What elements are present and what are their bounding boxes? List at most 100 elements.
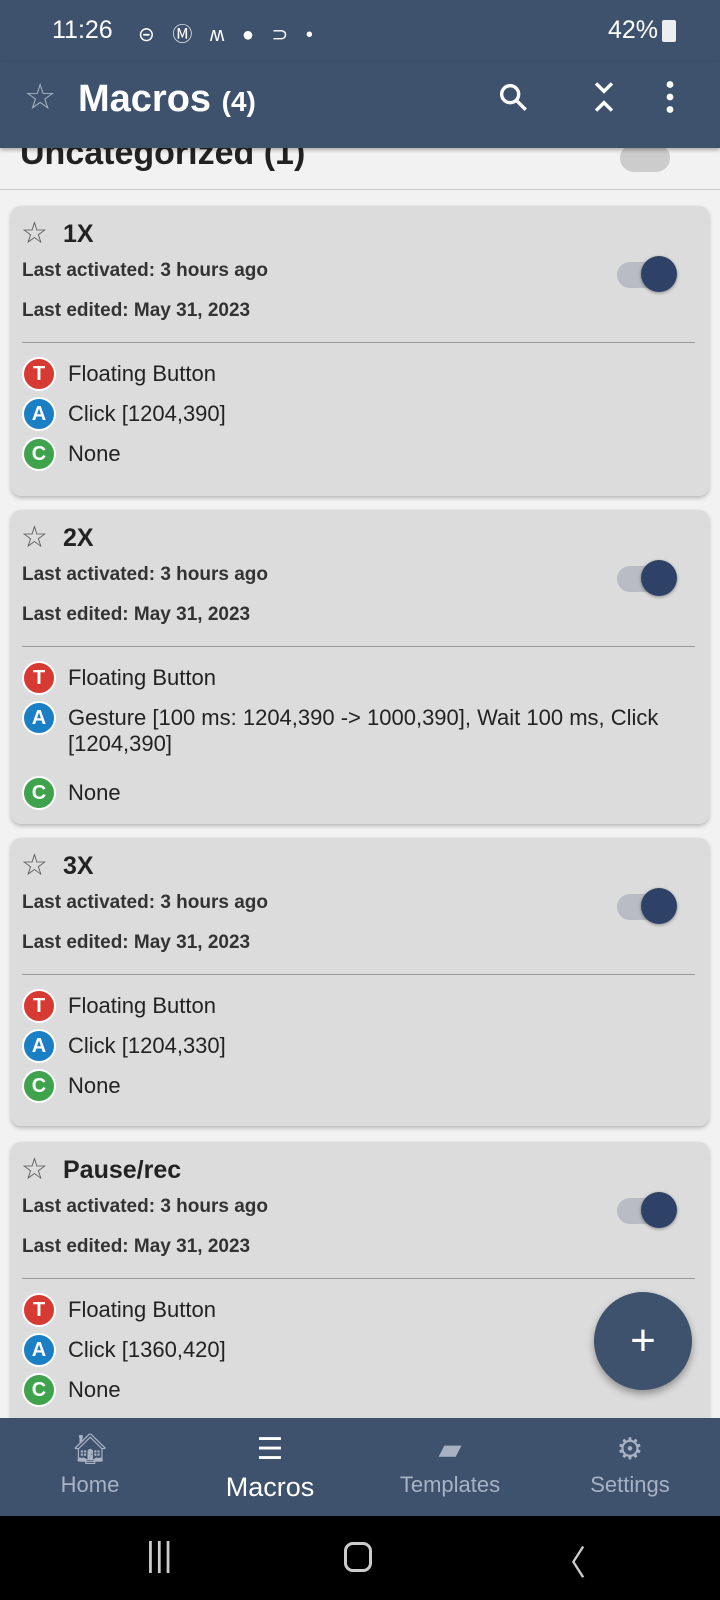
constraint-badge: C <box>22 1373 56 1407</box>
macro-name: 2X <box>63 524 94 552</box>
system-nav-bar: ||| 〈 <box>0 1516 720 1600</box>
trigger-badge: T <box>22 989 56 1023</box>
trigger-text: Floating Button <box>68 665 216 690</box>
toggle-knob <box>641 560 677 596</box>
page-title: Macros (4) <box>78 78 256 121</box>
macro-name: 3X <box>63 852 94 880</box>
macro-card[interactable]: ☆ 2X Last activated: 3 hours ago Last ed… <box>11 510 709 824</box>
macro-name: Pause/rec <box>63 1156 182 1184</box>
trigger-row: T Floating Button <box>22 1293 689 1327</box>
constraint-row: C None <box>22 1069 689 1103</box>
home-icon: 🏠︎ <box>70 1433 110 1466</box>
divider <box>22 342 695 343</box>
macro-card[interactable]: ☆ 3X Last activated: 3 hours ago Last ed… <box>11 838 709 1126</box>
toggle-knob <box>641 1192 677 1228</box>
last-activated: Last activated: 3 hours ago <box>22 892 269 913</box>
recents-icon[interactable]: ||| <box>146 1536 173 1575</box>
nav-macros[interactable]: ☰ Macros <box>180 1418 360 1516</box>
action-text: Click [1204,390] <box>68 401 226 426</box>
nav-label: Settings <box>590 1472 670 1497</box>
nav-home[interactable]: 🏠︎ Home <box>0 1418 180 1516</box>
last-activated: Last activated: 3 hours ago <box>22 564 269 585</box>
action-badge: A <box>22 397 56 431</box>
macro-count: (4) <box>221 86 256 117</box>
constraint-badge: C <box>22 437 56 471</box>
constraint-text: None <box>68 441 121 466</box>
trigger-row: T Floating Button <box>22 989 689 1023</box>
nav-label: Templates <box>399 1472 501 1497</box>
toggle-knob <box>641 888 677 924</box>
trigger-text: Floating Button <box>68 361 216 386</box>
action-row: A Gesture [100 ms: 1204,390 -> 1000,390]… <box>22 701 689 757</box>
bottom-nav: 🏠︎ Home ☰ Macros ▰ Templates ⚙ Settings <box>0 1418 720 1516</box>
favorite-star-icon[interactable]: ☆ <box>21 1152 48 1187</box>
nav-templates[interactable]: ▰ Templates <box>360 1418 540 1516</box>
last-activated: Last activated: 3 hours ago <box>22 1196 269 1217</box>
search-icon[interactable] <box>496 80 530 122</box>
macro-enabled-toggle[interactable] <box>617 1192 677 1228</box>
favorite-star-icon[interactable]: ☆ <box>21 520 48 555</box>
list-icon: ☰ <box>256 1433 284 1466</box>
favorite-star-icon[interactable]: ☆ <box>21 848 48 883</box>
constraint-text: None <box>68 780 121 805</box>
last-edited: Last edited: May 31, 2023 <box>22 932 251 953</box>
more-icon[interactable] <box>664 80 676 122</box>
trigger-text: Floating Button <box>68 993 216 1018</box>
constraint-row: C None <box>22 437 689 471</box>
templates-icon: ▰ <box>438 1433 462 1466</box>
nav-settings[interactable]: ⚙ Settings <box>540 1418 720 1516</box>
macro-name: 1X <box>63 220 94 248</box>
nav-label: Home <box>60 1472 120 1497</box>
constraint-row: C None <box>22 776 689 810</box>
macro-enabled-toggle[interactable] <box>617 888 677 924</box>
action-row: A Click [1360,420] <box>22 1333 689 1367</box>
action-row: A Click [1204,390] <box>22 397 689 431</box>
trigger-badge: T <box>22 357 56 391</box>
favorite-star-icon[interactable]: ☆ <box>21 216 48 251</box>
last-edited: Last edited: May 31, 2023 <box>22 604 251 625</box>
app-bar: ☆ Macros (4) <box>0 62 720 148</box>
trigger-badge: T <box>22 661 56 695</box>
add-macro-button[interactable]: + <box>594 1292 692 1390</box>
macro-card[interactable]: ☆ 1X Last activated: 3 hours ago Last ed… <box>11 206 709 496</box>
constraint-text: None <box>68 1377 121 1402</box>
status-time: 11:26 <box>52 16 113 44</box>
last-edited: Last edited: May 31, 2023 <box>22 1236 251 1257</box>
back-icon[interactable]: 〈 <box>552 1536 586 1585</box>
action-text: Click [1204,330] <box>68 1033 226 1058</box>
status-bar: 11:26 ⊝ Ⓜ ʍ ● ⊃ • 42% <box>0 0 720 62</box>
divider <box>22 646 695 647</box>
last-activated: Last activated: 3 hours ago <box>22 260 269 281</box>
divider <box>22 974 695 975</box>
constraint-text: None <box>68 1073 121 1098</box>
toggle-knob <box>641 256 677 292</box>
trigger-text: Floating Button <box>68 1297 216 1322</box>
title-text: Macros <box>78 78 212 120</box>
action-badge: A <box>22 1029 56 1063</box>
collapse-icon[interactable] <box>590 80 618 122</box>
battery-icon <box>662 20 676 42</box>
last-edited: Last edited: May 31, 2023 <box>22 300 251 321</box>
action-row: A Click [1204,330] <box>22 1029 689 1063</box>
action-badge: A <box>22 701 56 735</box>
home-button-icon[interactable] <box>344 1542 372 1572</box>
trigger-row: T Floating Button <box>22 357 689 391</box>
category-toggle[interactable] <box>620 144 670 172</box>
constraint-row: C None <box>22 1373 689 1407</box>
macro-enabled-toggle[interactable] <box>617 560 677 596</box>
constraint-badge: C <box>22 1069 56 1103</box>
battery-percent: 42% <box>607 16 658 44</box>
action-text: Gesture [100 ms: 1204,390 -> 1000,390], … <box>68 705 659 756</box>
gear-icon: ⚙ <box>616 1433 644 1466</box>
notification-icons: ⊝ Ⓜ ʍ ● ⊃ • <box>138 24 319 46</box>
action-text: Click [1360,420] <box>68 1337 226 1362</box>
star-icon[interactable]: ☆ <box>24 76 56 118</box>
macro-card[interactable]: ☆ Pause/rec Last activated: 3 hours ago … <box>11 1142 709 1431</box>
constraint-badge: C <box>22 776 56 810</box>
trigger-badge: T <box>22 1293 56 1327</box>
action-badge: A <box>22 1333 56 1367</box>
nav-label: Macros <box>225 1472 315 1502</box>
trigger-row: T Floating Button <box>22 661 689 695</box>
macro-enabled-toggle[interactable] <box>617 256 677 292</box>
divider <box>22 1278 695 1279</box>
